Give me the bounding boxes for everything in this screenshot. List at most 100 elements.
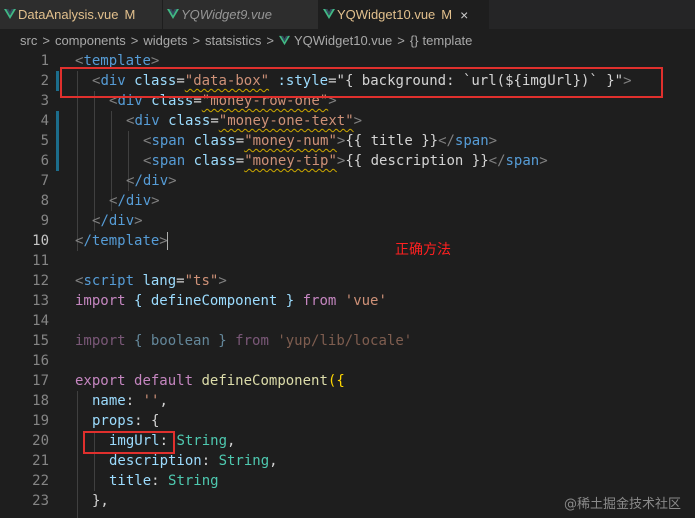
vue-file-icon: [4, 9, 16, 19]
code-line-8: 8 </div>: [0, 191, 695, 211]
code-line-16: 16: [0, 351, 695, 371]
code-line-21: 21 description: String,: [0, 451, 695, 471]
editor-tab-bar: DataAnalysis.vue M YQWidget9.vue YQWidge…: [0, 0, 695, 29]
code-line-11: 11: [0, 251, 695, 271]
code-line-14: 14: [0, 311, 695, 331]
attr-value: "money-num": [244, 133, 337, 149]
module-path: 'vue': [344, 293, 387, 309]
breadcrumb-item-template[interactable]: template: [423, 33, 473, 48]
line-number: 3: [40, 93, 49, 109]
tab-dataanalysis-vue[interactable]: DataAnalysis.vue M: [0, 0, 163, 29]
keyword: import: [75, 293, 126, 309]
tab-yqwidget9-vue[interactable]: YQWidget9.vue: [163, 0, 319, 29]
line-number: 19: [32, 413, 49, 429]
attr-name: class: [193, 153, 236, 169]
line-number: 10: [32, 233, 49, 249]
breadcrumb: src > components > widgets > statsistics…: [0, 29, 695, 51]
code-line-7: 7 </div>: [0, 171, 695, 191]
breadcrumb-item-src[interactable]: src: [20, 33, 37, 48]
vue-file-icon: [167, 9, 179, 19]
tag-name: span: [454, 133, 489, 149]
keyword: from: [302, 293, 337, 309]
attr-name: lang: [142, 273, 177, 289]
tag-name: /template: [83, 233, 160, 249]
punctuation: ({: [327, 373, 345, 389]
tag-name: span: [505, 153, 540, 169]
chevron-right-icon: >: [192, 32, 201, 48]
module-path: 'yup/lib/locale': [277, 333, 413, 349]
tag-name: /div: [117, 193, 152, 209]
attr-value: "money-tip": [244, 153, 337, 169]
keyword: export: [75, 373, 126, 389]
property-key: description: [109, 453, 202, 469]
watermark: @稀土掘金技术社区: [563, 497, 681, 512]
annotation-box-style-binding: [60, 67, 663, 98]
interpolation: {{ title }}: [345, 133, 439, 149]
breadcrumb-item-statsistics[interactable]: statsistics: [205, 33, 261, 48]
gutter-change-marker: [56, 111, 59, 131]
close-tab-icon[interactable]: ×: [460, 7, 468, 23]
code-line-19: 19 props: {: [0, 411, 695, 431]
code-line-4: 4 <div class="money-one-text">: [0, 111, 695, 131]
type-name: String: [168, 473, 219, 489]
breadcrumb-item-widgets[interactable]: widgets: [143, 33, 187, 48]
line-number: 6: [40, 153, 49, 169]
code-line-15: 15 import { boolean } from 'yup/lib/loca…: [0, 331, 695, 351]
modified-marker: M: [124, 7, 136, 22]
property-key: title: [109, 473, 152, 489]
line-number: 12: [32, 273, 49, 289]
annotation-label: 正确方法: [395, 242, 451, 258]
tag-name: /div: [100, 213, 135, 229]
interpolation: {{ description }}: [345, 153, 489, 169]
annotation-box-imgurl-prop: [83, 431, 175, 454]
gutter-change-marker: [56, 151, 59, 171]
line-number: 23: [32, 493, 49, 509]
tag-name: span: [151, 153, 186, 169]
text-cursor: [167, 232, 168, 250]
vue-file-icon: [323, 9, 335, 19]
line-number: 2: [40, 73, 49, 89]
line-number: 8: [40, 193, 49, 209]
line-number: 5: [40, 133, 49, 149]
code-line-12: 12 <script lang="ts">: [0, 271, 695, 291]
breadcrumb-item-file[interactable]: YQWidget10.vue: [294, 33, 392, 48]
line-number: 18: [32, 393, 49, 409]
line-number: 21: [32, 453, 49, 469]
chevron-right-icon: >: [42, 32, 50, 48]
tab-label: DataAnalysis.vue: [18, 7, 119, 22]
line-number: 1: [40, 53, 49, 69]
tab-yqwidget10-vue[interactable]: YQWidget10.vue M ×: [319, 0, 489, 29]
type-name: String: [176, 433, 228, 449]
punctuation: },: [92, 493, 109, 509]
attr-name: class: [168, 113, 211, 129]
line-number: 16: [32, 353, 49, 369]
property-key: props: [92, 413, 135, 429]
type-name: String: [218, 453, 270, 469]
line-number: 4: [40, 113, 49, 129]
attr-value: "ts": [184, 273, 219, 289]
modified-marker: M: [441, 7, 453, 22]
line-number: 22: [32, 473, 49, 489]
line-number: 9: [40, 213, 49, 229]
breadcrumb-item-components[interactable]: components: [55, 33, 126, 48]
keyword: default: [134, 373, 194, 389]
punctuation: : {: [134, 413, 160, 429]
gutter-change-marker: [56, 71, 59, 91]
tag-name: script: [83, 273, 135, 289]
code-line-5: 5 <span class="money-num">{{ title }}</s…: [0, 131, 695, 151]
import-specifiers: { boolean }: [134, 333, 227, 349]
line-number: 17: [32, 373, 49, 389]
keyword: import: [75, 333, 126, 349]
code-line-18: 18 name: '',: [0, 391, 695, 411]
code-line-9: 9 </div>: [0, 211, 695, 231]
tag-name: /div: [134, 173, 169, 189]
line-number: 20: [32, 433, 49, 449]
line-number: 7: [40, 173, 49, 189]
keyword: from: [235, 333, 269, 349]
function-name: defineComponent: [201, 373, 328, 389]
vue-file-icon: [278, 35, 290, 45]
tag-name: span: [151, 133, 186, 149]
attr-value: "money-one-text": [218, 113, 354, 129]
chevron-right-icon: >: [266, 32, 274, 48]
chevron-right-icon: >: [130, 32, 139, 48]
